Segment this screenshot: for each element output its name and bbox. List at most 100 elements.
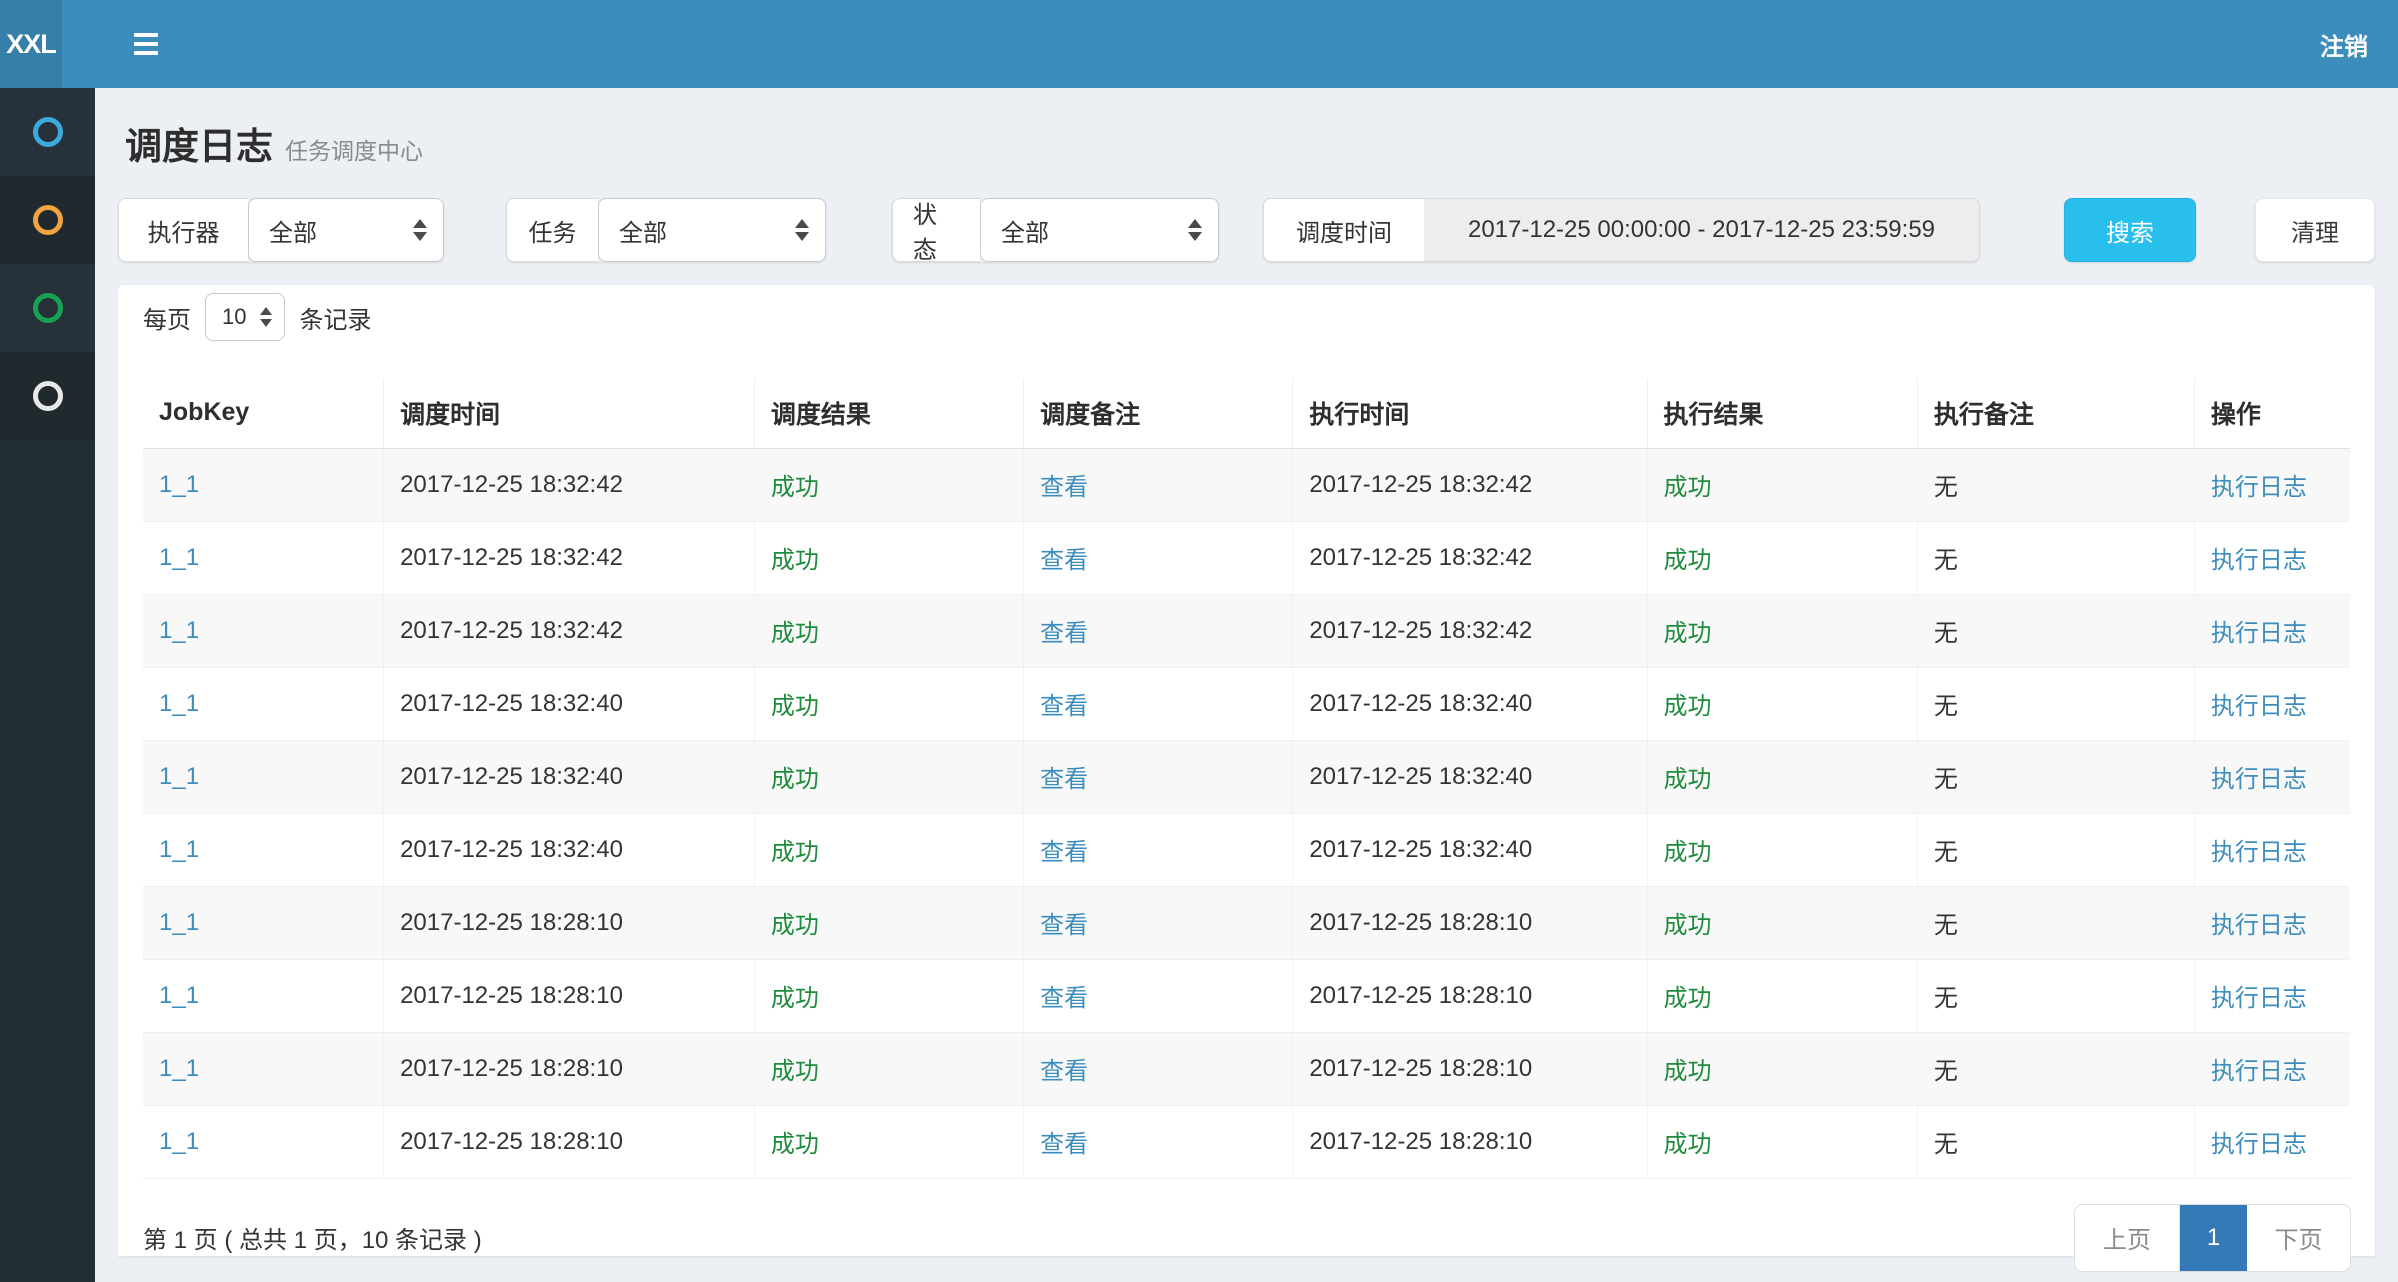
handle-msg-cell: 无 [1934, 766, 1958, 793]
search-button[interactable]: 搜索 [2064, 198, 2196, 262]
pagination: 上页 1 下页 [2075, 1205, 2350, 1271]
sidebar-item-2[interactable] [0, 176, 95, 264]
table-row: 1_12017-12-25 18:28:10成功查看2017-12-25 18:… [143, 886, 2350, 959]
trigger-result-cell: 成功 [771, 912, 819, 939]
col-header-handle-time: 执行时间 [1293, 378, 1647, 448]
sidebar-toggle-button[interactable] [120, 0, 172, 88]
table-row: 1_1 2017-12-25 18:32:42 成功 查看 2017-12-25 18:… [143, 521, 2350, 594]
page-title: 调度日志 [125, 116, 273, 170]
table-row: 1_12017-12-25 18:32:42成功查看2017-12-25 18:… [143, 594, 2350, 667]
trigger-time-cell: 2017-12-25 18:28:10 [400, 909, 623, 936]
clear-button[interactable]: 清理 [2255, 198, 2375, 262]
trigger-time-cell: 2017-12-25 18:32:40 [400, 763, 623, 790]
handle-result-cell: 成功 [1664, 1131, 1712, 1158]
execution-log-link[interactable]: 执行日志 [2211, 839, 2307, 866]
view-trigger-msg-link[interactable]: 查看 [1040, 766, 1088, 793]
trigger-result-cell: 成功 [771, 474, 819, 501]
view-trigger-msg-link[interactable]: 查看 [1040, 547, 1088, 574]
handle-result-cell: 成功 [1664, 1058, 1712, 1085]
handle-result-cell: 成功 [1664, 474, 1712, 501]
logout-link[interactable]: 注销 [2320, 0, 2368, 88]
trigger-result-cell: 成功 [771, 985, 819, 1012]
current-page-button[interactable]: 1 [2180, 1205, 2247, 1271]
jobkey-link[interactable]: 1_1 [159, 1128, 199, 1155]
sidebar-item-4[interactable] [0, 352, 95, 440]
handle-msg-cell: 无 [1934, 693, 1958, 720]
status-filter-label: 状态 [892, 198, 980, 262]
main-content: 调度日志任务调度中心 执行器 全部 任务 全部 状态 全 [95, 88, 2398, 1282]
status-filter-group: 状态 全部 [892, 198, 1219, 262]
col-header-trigger-msg: 调度备注 [1024, 378, 1293, 448]
view-trigger-msg-link[interactable]: 查看 [1040, 839, 1088, 866]
table-footer: 第 1 页 ( 总共 1 页，10 条记录 ) 上页 1 下页 [143, 1205, 2350, 1271]
execution-log-link[interactable]: 执行日志 [2211, 547, 2307, 574]
trigger-result-cell: 成功 [771, 1058, 819, 1085]
jobkey-link[interactable]: 1_1 [159, 617, 199, 644]
view-trigger-msg-link[interactable]: 查看 [1040, 1131, 1088, 1158]
execution-log-link[interactable]: 执行日志 [2211, 1058, 2307, 1085]
jobkey-link[interactable]: 1_1 [159, 763, 199, 790]
job-select[interactable]: 全部 [598, 198, 826, 262]
handle-time-cell: 2017-12-25 18:28:10 [1309, 1128, 1532, 1155]
handle-time-cell: 2017-12-25 18:32:40 [1309, 690, 1532, 717]
view-trigger-msg-link[interactable]: 查看 [1040, 912, 1088, 939]
execution-log-link[interactable]: 执行日志 [2211, 474, 2307, 501]
view-trigger-msg-link[interactable]: 查看 [1040, 985, 1088, 1012]
jobkey-link[interactable]: 1_1 [159, 836, 199, 863]
handle-time-cell: 2017-12-25 18:32:42 [1309, 617, 1532, 644]
select-arrows-icon [795, 219, 809, 241]
table-row: 1_12017-12-25 18:32:40成功查看2017-12-25 18:… [143, 740, 2350, 813]
jobkey-link[interactable]: 1_1 [159, 471, 199, 498]
jobkey-link[interactable]: 1_1 [159, 1055, 199, 1082]
handle-msg-cell: 无 [1934, 985, 1958, 1012]
handle-result-cell: 成功 [1664, 912, 1712, 939]
trigger-result-cell: 成功 [771, 693, 819, 720]
trigger-result-cell: 成功 [771, 547, 819, 574]
handle-msg-cell: 无 [1934, 547, 1958, 574]
jobkey-link[interactable]: 1_1 [159, 544, 199, 571]
sidebar-item-1[interactable] [0, 88, 95, 176]
col-header-jobkey: JobKey [143, 378, 384, 448]
sidebar-item-3[interactable] [0, 264, 95, 352]
prev-page-button[interactable]: 上页 [2075, 1205, 2180, 1271]
trigger-time-cell: 2017-12-25 18:28:10 [400, 1128, 623, 1155]
next-page-button[interactable]: 下页 [2247, 1205, 2350, 1271]
handle-result-cell: 成功 [1664, 985, 1712, 1012]
status-select[interactable]: 全部 [980, 198, 1219, 262]
trigger-time-cell: 2017-12-25 18:28:10 [400, 1055, 623, 1082]
trigger-time-cell: 2017-12-25 18:32:40 [400, 836, 623, 863]
handle-time-cell: 2017-12-25 18:28:10 [1309, 1055, 1532, 1082]
trigger-time-cell: 2017-12-25 18:32:42 [400, 471, 623, 498]
handle-time-cell: 2017-12-25 18:32:42 [1309, 544, 1532, 571]
col-header-trigger-result: 调度结果 [754, 378, 1023, 448]
app-window: XXL 注销 调度日志任务调度中心 执行器 全部 任务 [0, 0, 2398, 1282]
view-trigger-msg-link[interactable]: 查看 [1040, 620, 1088, 647]
execution-log-link[interactable]: 执行日志 [2211, 766, 2307, 793]
page-size-control: 每页 10 条记录 [143, 293, 2350, 341]
execution-log-link[interactable]: 执行日志 [2211, 912, 2307, 939]
view-trigger-msg-link[interactable]: 查看 [1040, 474, 1088, 501]
time-range-input[interactable]: 2017-12-25 00:00:00 - 2017-12-25 23:59:5… [1424, 198, 1980, 262]
trigger-time-cell: 2017-12-25 18:32:42 [400, 544, 623, 571]
handle-result-cell: 成功 [1664, 693, 1712, 720]
jobkey-link[interactable]: 1_1 [159, 909, 199, 936]
view-trigger-msg-link[interactable]: 查看 [1040, 693, 1088, 720]
table-row: 1_12017-12-25 18:32:42成功查看2017-12-25 18:… [143, 448, 2350, 521]
jobkey-link[interactable]: 1_1 [159, 690, 199, 717]
executor-filter-group: 执行器 全部 [118, 198, 444, 262]
trigger-result-cell: 成功 [771, 1131, 819, 1158]
app-logo: XXL [0, 0, 62, 88]
jobkey-link[interactable]: 1_1 [159, 982, 199, 1009]
select-arrows-icon [413, 219, 427, 241]
handle-time-cell: 2017-12-25 18:28:10 [1309, 982, 1532, 1009]
executor-select[interactable]: 全部 [248, 198, 444, 262]
col-header-trigger-time: 调度时间 [384, 378, 755, 448]
view-trigger-msg-link[interactable]: 查看 [1040, 1058, 1088, 1085]
execution-log-link[interactable]: 执行日志 [2211, 693, 2307, 720]
execution-log-link[interactable]: 执行日志 [2211, 1131, 2307, 1158]
execution-log-link[interactable]: 执行日志 [2211, 620, 2307, 647]
circle-icon [33, 293, 63, 323]
page-size-select[interactable]: 10 [205, 293, 285, 341]
trigger-result-cell: 成功 [771, 839, 819, 866]
execution-log-link[interactable]: 执行日志 [2211, 985, 2307, 1012]
